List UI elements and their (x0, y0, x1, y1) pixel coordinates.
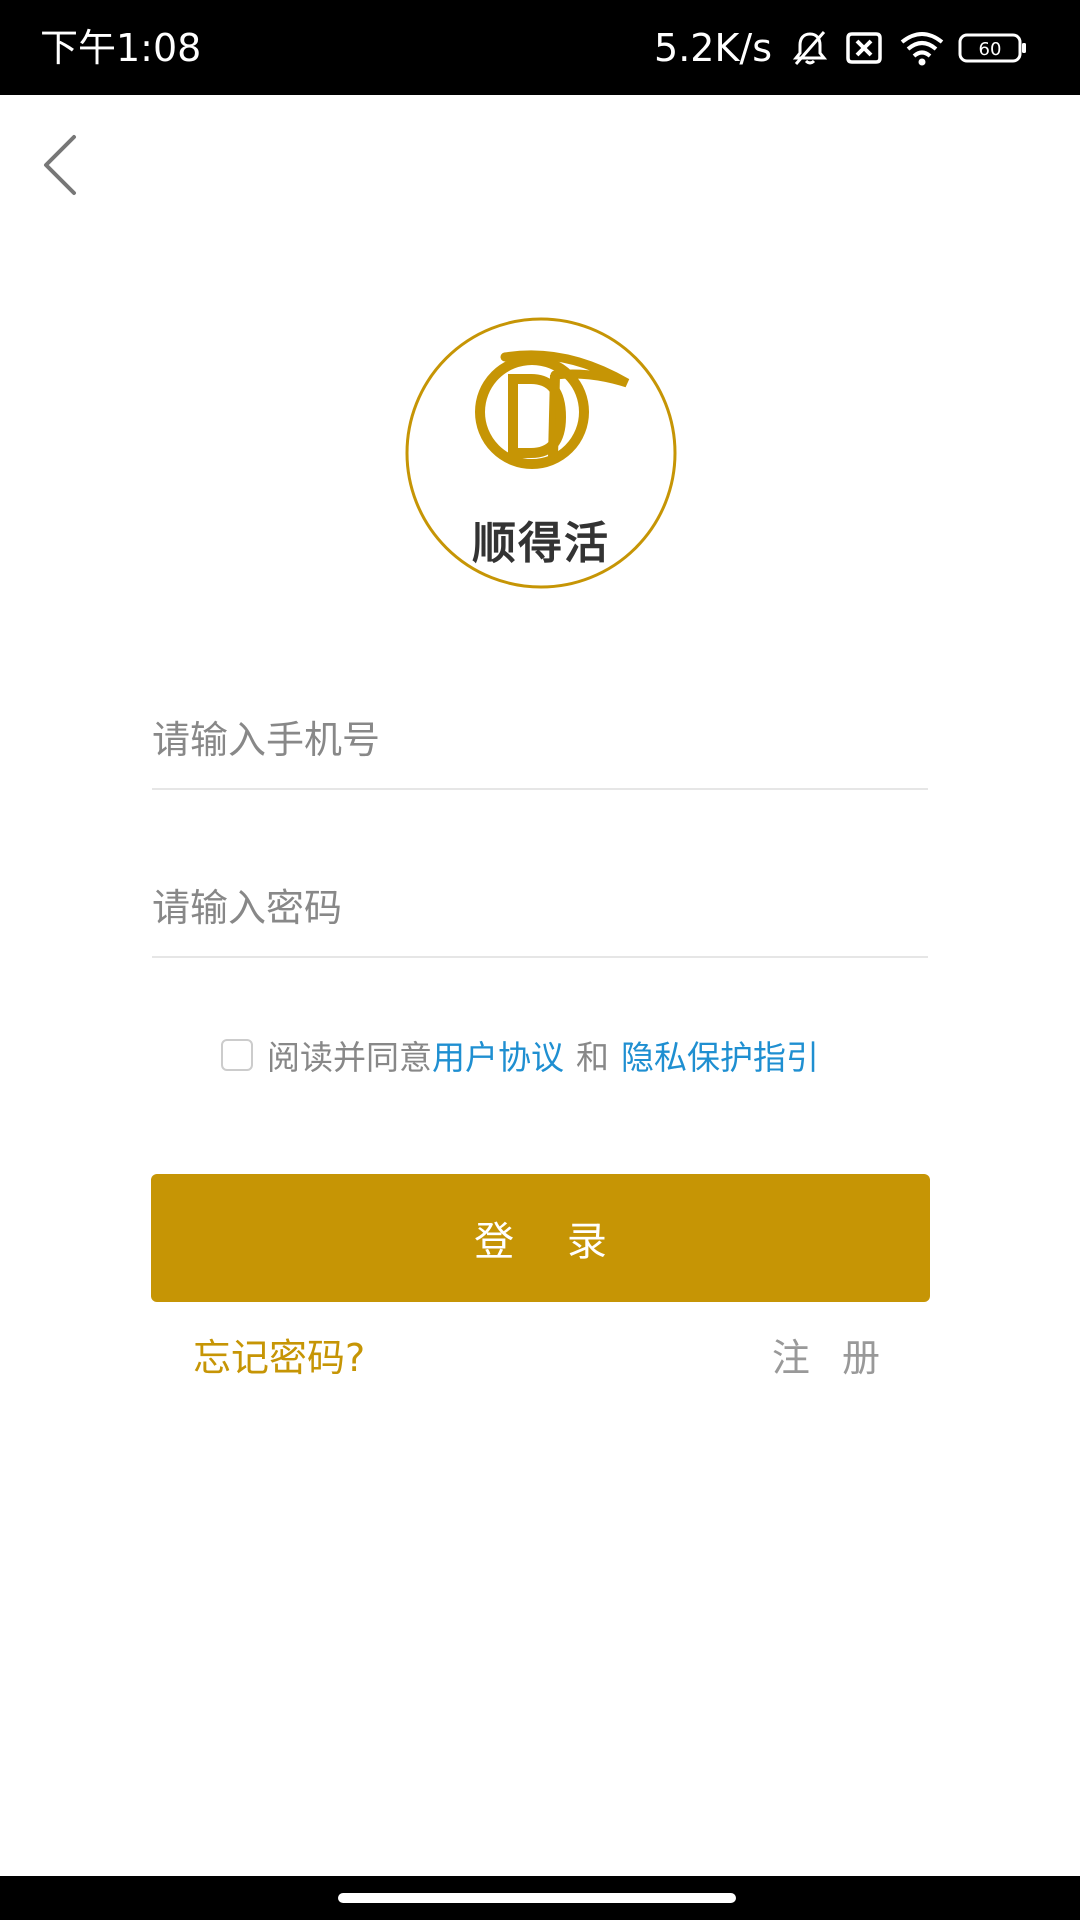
app-logo: 顺得活 (405, 317, 677, 589)
login-button[interactable]: 登 录 (151, 1174, 930, 1302)
agreement-prefix: 阅读并同意 (267, 1038, 432, 1077)
navigation-bar (0, 1876, 1080, 1920)
login-button-label: 登 录 (474, 1219, 627, 1265)
back-button[interactable] (40, 125, 100, 205)
home-indicator[interactable] (338, 1893, 736, 1903)
bell-off-icon (790, 28, 830, 68)
sim-none-icon (842, 28, 886, 68)
user-agreement-link[interactable]: 用户协议 (432, 1031, 564, 1079)
privacy-guide-link[interactable]: 隐私保护指引 (621, 1031, 819, 1079)
svg-text:60: 60 (979, 39, 1002, 60)
agreement-checkbox[interactable] (221, 1039, 253, 1071)
agreement-row: 阅读并同意 用户协议 和 隐私保护指引 (221, 1030, 819, 1080)
register-link[interactable]: 注 册 (772, 1330, 890, 1386)
network-speed: 5.2K/s (654, 26, 772, 70)
status-icons: 5.2K/s 60 (654, 22, 1028, 74)
agreement-and: 和 (576, 1038, 609, 1077)
phone-field-wrapper (152, 692, 928, 790)
status-time: 下午1:08 (40, 26, 202, 70)
password-input[interactable] (152, 860, 928, 956)
phone-input[interactable] (152, 692, 928, 788)
battery-icon: 60 (958, 31, 1028, 65)
password-field-wrapper (152, 860, 928, 958)
wifi-icon (898, 28, 946, 68)
status-bar: 下午1:08 5.2K/s 60 (0, 0, 1080, 95)
brand-name: 顺得活 (472, 518, 610, 569)
chevron-left-icon (44, 135, 76, 195)
forgot-password-link[interactable]: 忘记密码? (193, 1330, 365, 1386)
